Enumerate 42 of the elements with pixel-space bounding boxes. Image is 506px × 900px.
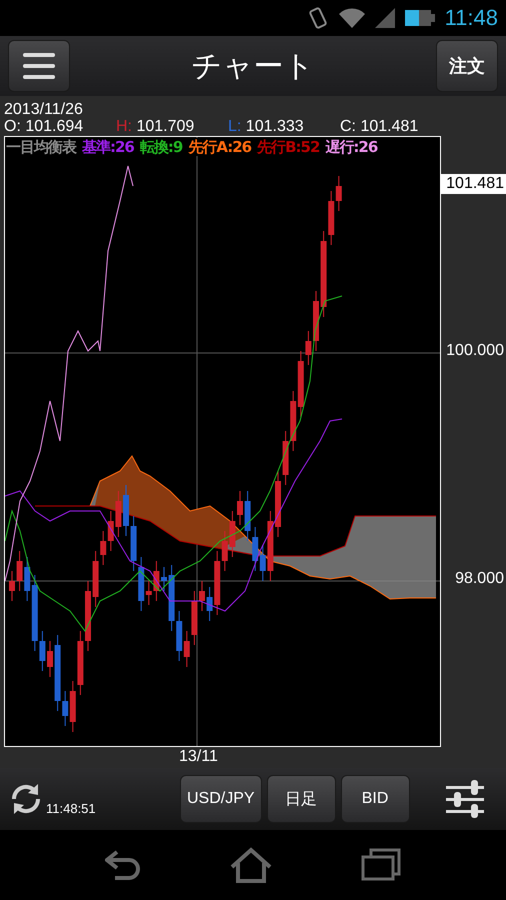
legend-label: 転換:9 [140,138,182,156]
quote-date: 2013/11/26 [3,100,84,118]
candlestick [123,484,129,536]
axis-label: 98.000 [454,569,505,589]
menu-button[interactable] [8,40,70,92]
settings-icon[interactable] [446,780,484,818]
menu-icon [23,53,55,79]
clock-time: 11:48 [444,5,498,31]
signal-icon [374,8,395,28]
home-icon[interactable] [230,847,272,883]
candlestick [313,290,319,352]
screen-title: チャート [192,48,314,86]
quote-value: C: 101.481 [340,118,420,135]
legend-label: 先行B:52 [257,138,320,156]
legend-label: 先行A:26 [188,138,252,156]
battery-icon [404,10,435,26]
candlestick [85,580,91,652]
toolbar-button[interactable]: BID [340,775,410,823]
legend-label: 一目均衡表 [6,138,76,156]
order-button[interactable]: 注文 [436,40,498,92]
wifi-icon [338,8,365,28]
recent-apps-icon[interactable] [361,848,402,882]
refresh-icon[interactable] [10,782,42,816]
update-time: 11:48:51 [46,801,96,816]
axis-label: 13/11 [179,748,218,766]
candlestick [199,580,205,612]
candlestick [161,566,167,592]
back-icon[interactable] [104,848,141,882]
candlestick [237,490,243,526]
quote-value: L: 101.333 [228,118,305,135]
vibrate-icon [306,6,329,30]
axis-label: 100.000 [445,341,505,361]
candlestick [47,640,53,678]
legend-label: 遅行:26 [325,138,378,156]
quote-value: H: 101.709 [116,118,196,135]
candlestick [9,570,15,602]
toolbar-button[interactable]: 日足 [266,775,336,823]
quote-value: O: 101.694 [4,118,84,135]
legend-label: 基準:26 [82,138,134,156]
current-price-label: 101.481 [441,174,506,194]
toolbar-button[interactable]: USD/JPY [180,775,262,823]
candlestick [275,470,281,538]
